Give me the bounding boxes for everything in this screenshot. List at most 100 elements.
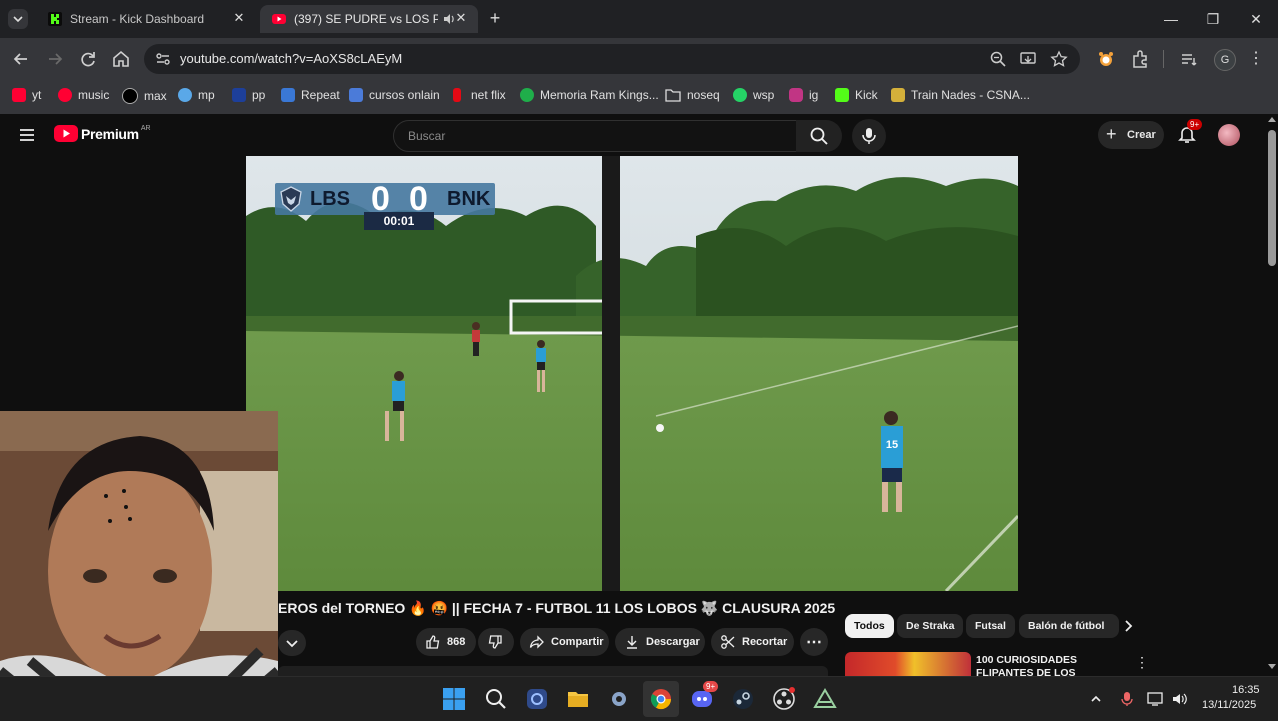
download-button[interactable]: Descargar (615, 628, 705, 656)
paypal-icon (232, 88, 246, 102)
search-icon[interactable] (484, 687, 508, 711)
bookmark-train-nades[interactable]: Train Nades - CSNA... (891, 88, 1030, 102)
create-button[interactable]: + Crear (1098, 121, 1164, 149)
windows-start-icon[interactable] (442, 687, 466, 711)
address-bar[interactable]: youtube.com/watch?v=AoXS8cLAEyM (144, 44, 1080, 74)
courses-icon (349, 88, 363, 102)
chip-futsal[interactable]: Futsal (966, 614, 1015, 638)
bookmark-cursos[interactable]: cursos onlain (349, 88, 440, 102)
music-icon (58, 88, 72, 102)
recommended-title: 100 CURIOSIDADES FLIPANTES DE LOS INCREÍ… (976, 654, 1077, 676)
show-hidden-icons-icon[interactable] (1089, 692, 1103, 706)
bookmark-music[interactable]: music (58, 88, 109, 102)
alarm-extension-icon[interactable] (1095, 48, 1117, 70)
volume-icon[interactable] (1171, 691, 1189, 707)
tab-close-icon[interactable]: ✕ (454, 11, 468, 25)
bookmark-netflix[interactable]: net flix (453, 88, 506, 102)
voice-search-button[interactable] (852, 119, 886, 153)
clock-time[interactable]: 16:35 (1232, 684, 1260, 696)
gear-icon[interactable] (607, 687, 631, 711)
scrollbar-down-arrow[interactable] (1268, 664, 1276, 669)
clock-date[interactable]: 13/11/2025 (1202, 699, 1256, 711)
extensions-icon[interactable] (1129, 48, 1151, 70)
chip-todos[interactable]: Todos (845, 614, 894, 638)
back-icon[interactable] (10, 48, 32, 70)
site-settings-icon[interactable] (154, 50, 172, 68)
netflix-icon (453, 88, 461, 102)
home-icon[interactable] (110, 48, 132, 70)
page-scrollbar[interactable] (1266, 114, 1278, 676)
tab-kick-dashboard[interactable]: Stream - Kick Dashboard ✕ (36, 5, 256, 33)
microphone-icon[interactable] (1120, 691, 1134, 707)
kick-icon (835, 88, 849, 102)
svg-text:15: 15 (886, 439, 898, 451)
close-window-button[interactable]: ✕ (1245, 8, 1267, 30)
browser-menu-button[interactable]: ⋮ (1248, 48, 1264, 70)
minimize-button[interactable]: — (1160, 8, 1182, 30)
steam-icon[interactable] (731, 687, 755, 711)
search-button[interactable] (796, 120, 842, 152)
expand-description-button[interactable] (278, 630, 306, 656)
bookmark-yt[interactable]: yt (12, 88, 41, 102)
thumbs-down-icon (488, 635, 502, 649)
chip-label: Futsal (975, 620, 1006, 632)
search-input[interactable]: Buscar (393, 120, 797, 152)
hamburger-menu-icon[interactable] (17, 125, 37, 145)
download-label: Descargar (646, 636, 700, 648)
wolf-crest-icon (280, 186, 302, 212)
more-actions-button[interactable]: ⋯ (800, 628, 828, 656)
microphone-icon (862, 128, 876, 144)
like-button[interactable]: 868 (416, 628, 476, 656)
tab-youtube-video[interactable]: (397) SE PUDRE vs LOS PRIM ✕ (260, 5, 478, 33)
browser-tab-strip: Stream - Kick Dashboard ✕ (397) SE PUDRE… (0, 0, 1278, 38)
notifications-button[interactable]: 9+ (1176, 119, 1203, 147)
profile-avatar[interactable]: G (1214, 49, 1236, 71)
new-tab-button[interactable]: + (486, 9, 504, 28)
dislike-button[interactable] (478, 628, 514, 656)
obs-icon[interactable] (772, 687, 796, 711)
bookmark-pp[interactable]: pp (232, 88, 265, 102)
bookmark-noseq[interactable]: noseq (665, 88, 720, 102)
restore-button[interactable]: ❐ (1202, 8, 1224, 30)
bookmark-memoria[interactable]: Memoria Ram Kings... (520, 88, 659, 102)
app-triangle-icon[interactable] (813, 687, 837, 711)
scrollbar-up-arrow[interactable] (1268, 117, 1276, 122)
chip-de-straka[interactable]: De Straka (897, 614, 964, 638)
chevron-right-icon[interactable] (1120, 618, 1136, 634)
reload-icon[interactable] (77, 48, 99, 70)
bookmark-mp[interactable]: mp (178, 88, 215, 102)
youtube-premium-logo[interactable]: Premium AR (54, 125, 151, 142)
thumbs-up-icon (426, 635, 440, 649)
tab-close-icon[interactable]: ✕ (232, 11, 246, 25)
bookmark-label: cursos onlain (369, 88, 440, 102)
reading-list-icon[interactable] (1178, 48, 1200, 70)
bookmark-max[interactable]: max (122, 88, 167, 104)
bookmark-ig[interactable]: ig (789, 88, 818, 102)
bookmark-repeat[interactable]: Repeat (281, 88, 340, 102)
video-player[interactable]: 15 LBS 0 0 BNK 00:01 (246, 156, 1018, 591)
bookmark-star-icon[interactable] (1050, 50, 1068, 68)
tab-title: (397) SE PUDRE vs LOS PRIM (294, 12, 438, 26)
network-icon[interactable] (1147, 691, 1165, 707)
chip-balon-de-futbol[interactable]: Balón de fútbol (1019, 614, 1119, 638)
chrome-icon[interactable] (649, 687, 673, 711)
discord-taskbar-item[interactable]: 9+ (690, 681, 719, 711)
folder-icon (665, 89, 681, 102)
clip-button[interactable]: Recortar (711, 628, 794, 656)
settings-app-icon[interactable] (525, 687, 549, 711)
account-avatar[interactable] (1218, 124, 1240, 146)
share-button[interactable]: Compartir (520, 628, 609, 656)
install-app-icon[interactable] (1019, 50, 1037, 68)
zoom-icon[interactable] (989, 50, 1007, 68)
forward-icon[interactable] (44, 48, 66, 70)
recommended-video[interactable]: 100 CURIOSIDADES FLIPANTES DE LOS INCREÍ… (845, 652, 1265, 676)
bookmark-label: noseq (687, 88, 720, 102)
scrollbar-thumb[interactable] (1268, 130, 1276, 266)
bookmark-kick[interactable]: Kick (835, 88, 878, 102)
recommended-menu-icon[interactable]: ⋮ (1135, 654, 1149, 671)
tab-search-dropdown[interactable] (8, 9, 28, 29)
file-explorer-icon[interactable] (566, 687, 590, 711)
chip-label: Balón de fútbol (1028, 620, 1105, 632)
bookmark-label: mp (198, 88, 215, 102)
bookmark-wsp[interactable]: wsp (733, 88, 774, 102)
